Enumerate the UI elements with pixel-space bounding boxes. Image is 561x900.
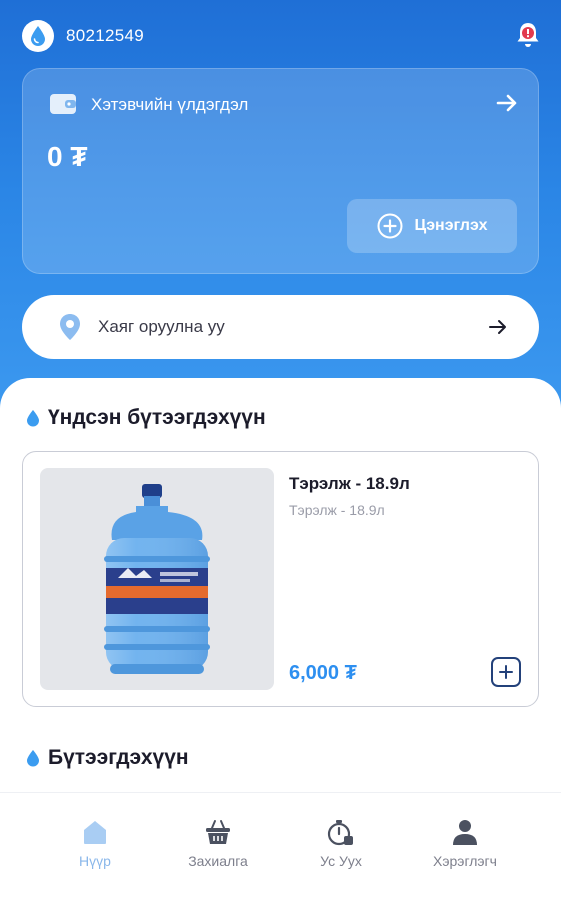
products-heading: Бүтээгдэхүүн [26, 746, 189, 770]
nav-item-drink-water[interactable]: Ус Уух [286, 817, 396, 869]
water-drop-icon[interactable] [22, 20, 54, 52]
main-products-heading: Үндсэн бүтээгдэхүүн [26, 406, 266, 430]
location-pin-icon [58, 313, 82, 341]
product-name: Тэрэлж - 18.9л [289, 474, 410, 493]
nav-item-orders[interactable]: Захиалга [163, 817, 273, 869]
wallet-icon [49, 93, 77, 115]
home-icon [84, 821, 106, 844]
water-drop-icon [27, 750, 39, 767]
product-image [40, 468, 274, 690]
topup-label: Цэнэглэх [414, 217, 488, 234]
product-subtitle: Тэрэлж - 18.9л [289, 502, 385, 518]
plus-circle-icon [377, 213, 402, 239]
nav-label: Ус Уух [320, 853, 362, 869]
bottom-navigation: Нүүр Захиалга Ус Уух Хэрэглэгч [0, 792, 561, 900]
wallet-title: Хэтэвчийн үлдэгдэл [91, 95, 249, 114]
nav-label: Хэрэглэгч [433, 853, 497, 869]
add-to-cart-button[interactable] [491, 657, 521, 687]
plus-icon [499, 665, 513, 679]
nav-label: Нүүр [79, 853, 111, 869]
arrow-right-icon[interactable] [495, 91, 519, 115]
nav-label: Захиалга [188, 853, 248, 869]
wallet-balance: 0 ₮ [47, 141, 88, 172]
water-timer-icon [327, 820, 353, 846]
nav-item-home[interactable]: Нүүр [40, 817, 150, 869]
topup-button[interactable]: Цэнэглэх [347, 199, 517, 253]
section-title: Бүтээгдэхүүн [48, 746, 189, 769]
product-price: 6,000 ₮ [289, 662, 357, 684]
bell-icon[interactable] [514, 20, 542, 50]
product-card[interactable]: Тэрэлж - 18.9л Тэрэлж - 18.9л 6,000 ₮ [22, 451, 539, 707]
user-icon [453, 820, 477, 845]
section-title: Үндсэн бүтээгдэхүүн [48, 406, 266, 429]
arrow-right-icon [488, 317, 508, 337]
nav-item-profile[interactable]: Хэрэглэгч [410, 817, 520, 869]
basket-icon [206, 820, 230, 844]
address-input[interactable]: Хаяг оруулна уу [22, 295, 539, 359]
phone-number: 80212549 [66, 26, 145, 45]
wallet-card: Хэтэвчийн үлдэгдэл 0 ₮ Цэнэглэх [22, 68, 539, 274]
water-drop-icon [27, 410, 39, 427]
app-header: 80212549 [0, 0, 561, 70]
address-placeholder: Хаяг оруулна уу [98, 317, 225, 336]
